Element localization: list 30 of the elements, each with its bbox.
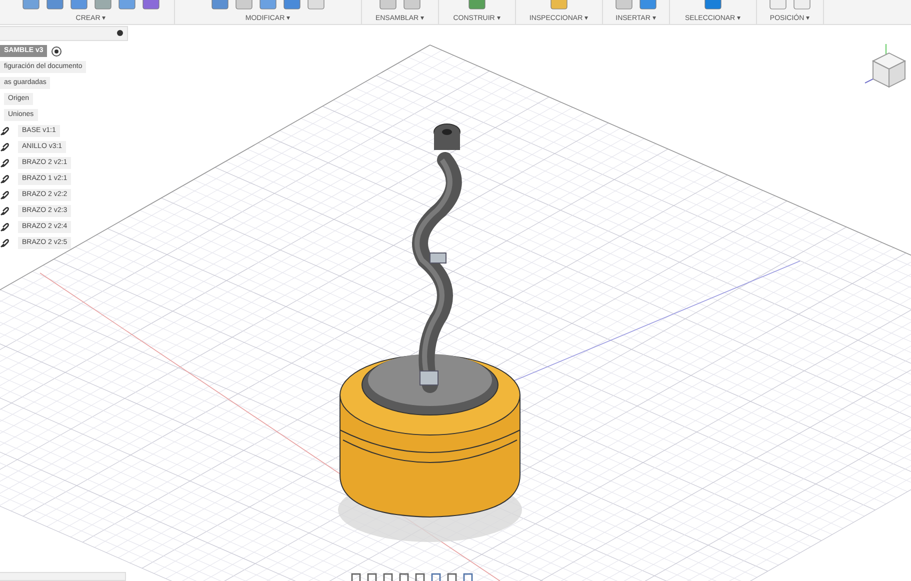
navigation-tool-icon[interactable] [462, 573, 474, 581]
tool-icon[interactable] [468, 0, 486, 10]
tool-icon[interactable] [769, 0, 787, 10]
tool-icon[interactable] [46, 0, 64, 10]
navigation-tool-icon[interactable] [398, 573, 410, 581]
navigation-tool-icon[interactable] [414, 573, 426, 581]
tool-icon[interactable] [259, 0, 277, 10]
tool-icon[interactable] [142, 0, 160, 10]
tool-icon[interactable] [94, 0, 112, 10]
tool-icon[interactable] [639, 0, 657, 10]
tool-icon[interactable] [118, 0, 136, 10]
tool-icon[interactable] [283, 0, 301, 10]
tool-icon[interactable] [704, 0, 722, 10]
tool-icon[interactable] [211, 0, 229, 10]
navigation-tool-icon[interactable] [366, 573, 378, 581]
tool-icon[interactable] [70, 0, 88, 10]
navigation-tool-icon[interactable] [350, 573, 362, 581]
navigation-tool-icon[interactable] [382, 573, 394, 581]
collapse-icon[interactable] [117, 30, 123, 36]
tool-icon[interactable] [307, 0, 325, 10]
tool-icon[interactable] [22, 0, 40, 10]
tool-icon[interactable] [615, 0, 633, 10]
navigation-tool-icon[interactable] [430, 573, 442, 581]
tool-icon[interactable] [235, 0, 253, 10]
tool-icon[interactable] [379, 0, 397, 10]
tool-icon[interactable] [793, 0, 811, 10]
tool-icon[interactable] [550, 0, 568, 10]
navigation-tool-icon[interactable] [446, 573, 458, 581]
trophy-model-drawing[interactable] [338, 124, 522, 542]
tool-icon[interactable] [403, 0, 421, 10]
